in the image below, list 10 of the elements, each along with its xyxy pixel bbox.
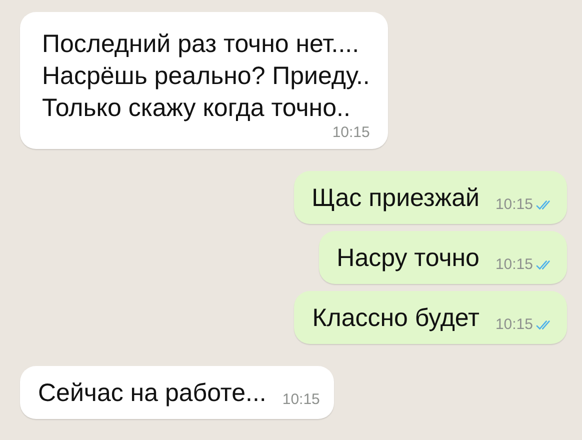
message-time: 10:15 <box>332 124 370 141</box>
message-time: 10:15 <box>495 316 533 333</box>
message-text: Классно будет <box>312 303 480 334</box>
message-time: 10:15 <box>282 391 320 408</box>
message-text: Сейчас на работе... <box>38 378 266 409</box>
message-text: Последний раз точно нет.... Насрёшь реально? Приеду.. Только скажу когда точно.. <box>42 29 370 124</box>
message-time: 10:15 <box>495 196 533 213</box>
message-time: 10:15 <box>495 256 533 273</box>
message-text: Насру точно <box>336 243 480 274</box>
message-text: Щас приезжай <box>312 183 480 214</box>
